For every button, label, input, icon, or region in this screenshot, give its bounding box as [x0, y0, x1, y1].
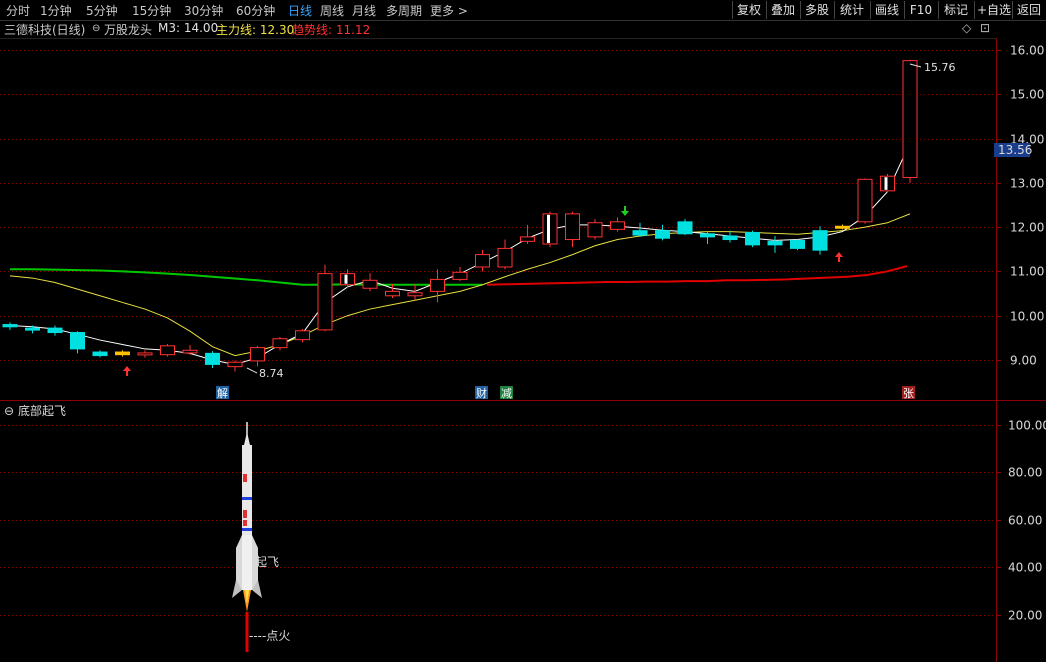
price-tick-label: 9.00 [1010, 354, 1037, 368]
candle [565, 211, 580, 248]
sub-tick-label: 60.00 [1008, 514, 1042, 528]
sub-axis: 20.00 40.00 60.00 80.00 100.00 [996, 419, 1046, 623]
kline-chart: 9.0010.0011.0012.0013.0014.0015.0016.00 … [0, 38, 1046, 662]
price-tick-label: 16.00 [1010, 44, 1044, 58]
candle [250, 345, 265, 367]
candle [677, 219, 693, 236]
candle [587, 219, 603, 240]
sub-collapse-icon[interactable]: ⊖ [4, 404, 14, 418]
ignite-label: ----点火 [249, 629, 290, 643]
candle [475, 250, 490, 272]
candle [160, 344, 175, 357]
candle [227, 360, 243, 372]
sub-tick-label: 20.00 [1008, 609, 1042, 623]
sub-tick-label: 100.00 [1008, 419, 1046, 433]
main-grid [0, 50, 996, 361]
candle [362, 273, 378, 292]
candle [2, 322, 18, 330]
sub-tick-label: 40.00 [1008, 561, 1042, 575]
liftoff-label: 起飞 [255, 555, 279, 569]
price-tick-label: 13.00 [1010, 177, 1044, 191]
candle [47, 325, 63, 336]
candles [2, 59, 918, 372]
ma-white-line [9, 142, 911, 365]
price-tick-label: 10.00 [1010, 310, 1044, 324]
candle [655, 224, 670, 241]
candle [812, 226, 828, 255]
marker-zhang[interactable]: 张 [903, 387, 914, 400]
marker-cai[interactable]: 财 [476, 386, 487, 400]
candle [745, 230, 760, 248]
candle [857, 178, 873, 224]
sub-grid [0, 425, 996, 616]
candle [632, 222, 648, 237]
candle [205, 351, 220, 368]
candle [790, 239, 805, 251]
candle [272, 336, 288, 351]
price-tick-label: 12.00 [1010, 221, 1044, 235]
candle [137, 350, 153, 358]
candle [497, 239, 513, 270]
high-label: 15.76 [924, 61, 956, 74]
candle [317, 264, 333, 332]
sub-indicator-title[interactable]: 底部起飞 [18, 403, 66, 418]
candle [700, 231, 715, 244]
sub-tick-label: 80.00 [1008, 466, 1042, 480]
low-label: 8.74 [259, 367, 284, 380]
candle [902, 59, 918, 183]
marker-jian[interactable]: 减 [501, 387, 512, 400]
candle [407, 283, 423, 301]
candle [542, 211, 558, 248]
candle [767, 236, 783, 253]
candle [430, 269, 445, 303]
candle [115, 350, 130, 357]
price-tick-label: 11.00 [1010, 265, 1044, 279]
sell-arrow-icon [621, 206, 629, 216]
candle [452, 267, 468, 282]
marker-jie[interactable]: 解 [217, 386, 228, 400]
candle [295, 329, 310, 343]
current-price-label: 13.56 [998, 143, 1032, 157]
price-tick-label: 15.00 [1010, 88, 1044, 102]
candle [835, 224, 850, 230]
buy-arrow-icon [835, 252, 843, 262]
candle [182, 344, 198, 355]
candle [880, 174, 895, 193]
price-axis: 9.0010.0011.0012.0013.0014.0015.0016.00 [996, 44, 1044, 368]
candle [70, 331, 85, 354]
candle [385, 283, 400, 298]
rocket-icon [232, 422, 262, 652]
moving-average-lines [9, 142, 911, 365]
buy-arrow-icon [123, 366, 131, 376]
low-pointer [246, 367, 258, 374]
candle [722, 230, 738, 243]
candle [92, 350, 108, 358]
trend-line-red [486, 265, 908, 286]
candle [610, 217, 625, 232]
